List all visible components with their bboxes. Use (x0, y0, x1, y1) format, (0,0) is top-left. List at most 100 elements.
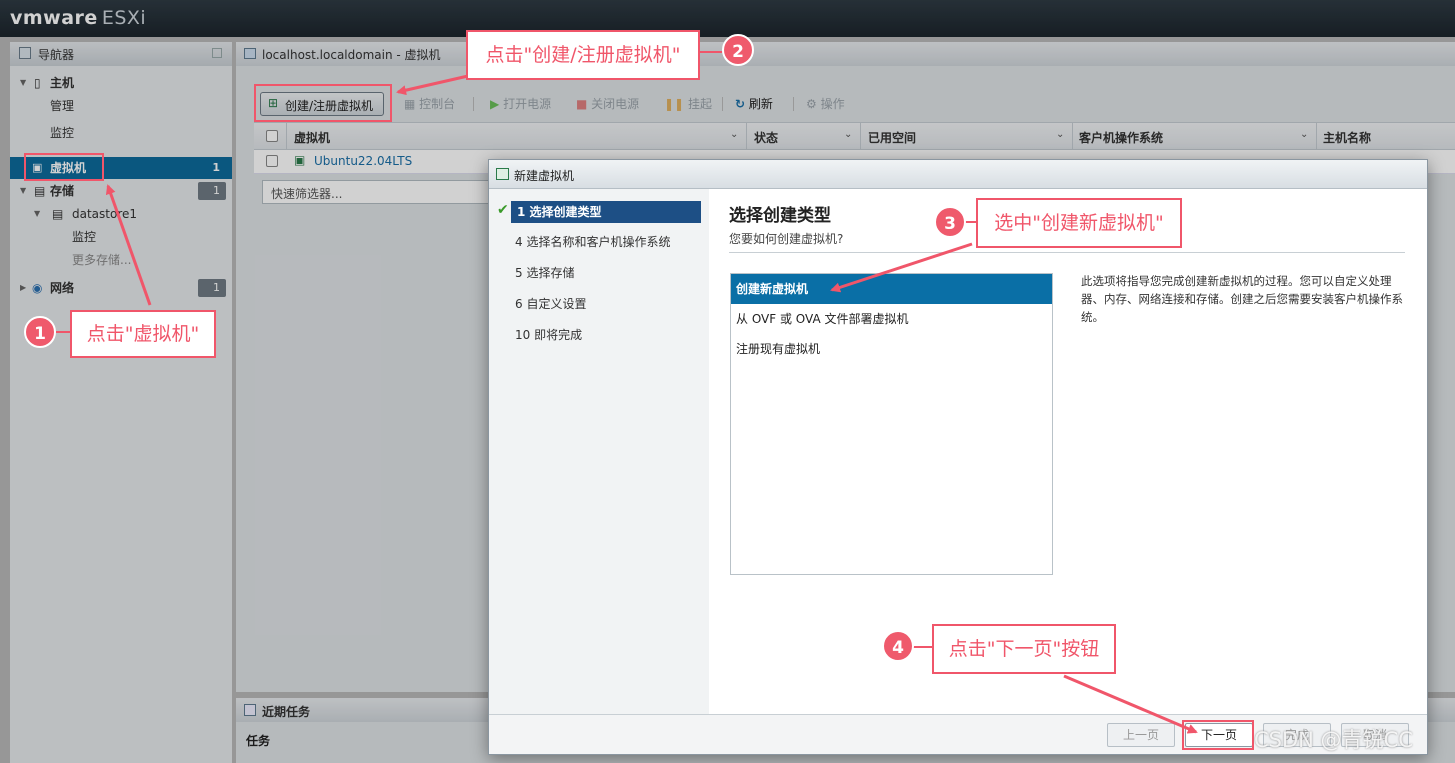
option-register-vm[interactable]: 注册现有虚拟机 (731, 334, 1052, 364)
button-label: 操作 (820, 97, 845, 111)
section-heading: 选择创建类型 (729, 206, 831, 226)
column-header[interactable]: 主机名称 (1323, 129, 1371, 146)
column-header[interactable]: 客户机操作系统 (1079, 129, 1163, 146)
highlight-vm-nav (24, 153, 104, 181)
nav-item-more-storage[interactable]: 更多存储... (10, 249, 232, 271)
nav-item-monitor[interactable]: 监控 (10, 122, 232, 144)
navigator-header: 导航器 (10, 42, 232, 66)
expand-icon[interactable]: ▼ (34, 203, 40, 225)
chevron-down-icon[interactable]: ⌄ (1300, 129, 1308, 140)
chevron-down-icon[interactable]: ⌄ (844, 129, 852, 140)
wizard-step[interactable]: 10 即将完成 (515, 324, 582, 346)
wizard-step[interactable]: 6 自定义设置 (515, 293, 586, 315)
nav-item-datastore[interactable]: ▼ ▤ datastore1 (10, 203, 232, 225)
pin-icon[interactable] (212, 48, 222, 58)
refresh-icon: ↻ (735, 97, 746, 111)
refresh-button[interactable]: ↻ 刷新 (735, 95, 773, 112)
count-badge: 1 (198, 182, 226, 200)
power-off-button[interactable]: ■ 关闭电源 (576, 95, 639, 112)
wizard-step[interactable]: 4 选择名称和客户机操作系统 (515, 231, 670, 253)
actions-button[interactable]: ⚙ 操作 (806, 95, 845, 112)
select-all-checkbox[interactable] (266, 130, 278, 142)
highlight-next-button (1182, 720, 1254, 750)
wizard-step[interactable]: 5 选择存储 (515, 262, 574, 284)
step-badge-1: 1 (24, 316, 56, 348)
datastore-icon: ▤ (52, 207, 64, 221)
nav-label: 监控 (72, 230, 97, 244)
option-description: 此选项将指导您完成创建新虚拟机的过程。您可以自定义处理器、内存、网络连接和存储。… (1081, 274, 1403, 324)
section-subheading: 您要如何创建虚拟机? (729, 232, 844, 246)
nav-label: datastore1 (72, 207, 138, 221)
chevron-down-icon[interactable]: ⌄ (730, 129, 738, 140)
nav-label: 网络 (50, 281, 75, 295)
creation-type-list: 创建新虚拟机 从 OVF 或 OVA 文件部署虚拟机 注册现有虚拟机 (730, 273, 1053, 575)
vm-icon: ▣ (294, 153, 306, 167)
row-checkbox[interactable] (266, 155, 278, 167)
nav-item-network[interactable]: ▶ ◉ 网络 1 (10, 277, 232, 299)
nav-item-manage[interactable]: 管理 (10, 95, 232, 117)
expand-icon[interactable]: ▼ (20, 72, 26, 94)
wizard-steps: ✔ 1 选择创建类型 4 选择名称和客户机操作系统 5 选择存储 6 自定义设置… (489, 189, 709, 714)
console-button[interactable]: ▦ 控制台 (404, 95, 455, 112)
vm-table-header: 虚拟机 ⌄ 状态 ⌄ 已用空间 ⌄ 客户机操作系统 ⌄ 主机名称 (254, 122, 1455, 151)
column-header[interactable]: 任务 (246, 732, 270, 749)
button-label: 打开电源 (503, 97, 552, 111)
step-badge-3: 3 (934, 206, 966, 238)
expand-icon[interactable]: ▶ (20, 277, 26, 299)
separator (473, 97, 474, 111)
option-deploy-ovf[interactable]: 从 OVF 或 OVA 文件部署虚拟机 (731, 304, 1052, 334)
console-icon: ▦ (404, 97, 416, 111)
dialog-title: 新建虚拟机 (514, 169, 575, 183)
option-create-new-vm[interactable]: 创建新虚拟机 (731, 274, 1052, 304)
nav-label: 监控 (50, 126, 75, 140)
vm-name-link[interactable]: Ubuntu22.04LTS (314, 154, 412, 168)
chevron-down-icon[interactable]: ⌄ (1056, 129, 1064, 140)
stop-icon: ■ (576, 97, 588, 111)
tasks-icon (244, 704, 256, 716)
button-label: 挂起 (687, 97, 712, 111)
host-icon: ▯ (34, 76, 41, 90)
nav-item-ds-monitor[interactable]: 监控 (10, 226, 232, 248)
nav-item-host[interactable]: ▼ ▯ 主机 (10, 72, 232, 94)
column-header[interactable]: 已用空间 (868, 129, 916, 146)
new-vm-icon (496, 168, 509, 180)
gear-icon: ⚙ (806, 97, 817, 111)
wizard-step-current[interactable]: 1 选择创建类型 (511, 201, 701, 223)
nav-label: 管理 (50, 99, 75, 113)
column-header[interactable]: 状态 (754, 129, 778, 146)
expand-icon[interactable]: ▼ (20, 180, 26, 202)
recent-tasks-title: 近期任务 (262, 705, 311, 719)
count-badge: 1 (198, 279, 226, 297)
annotation-callout-1: 点击"虚拟机" (70, 310, 216, 358)
button-label: 控制台 (419, 97, 456, 111)
button-label: 关闭电源 (591, 97, 640, 111)
column-divider (860, 123, 861, 151)
prev-button[interactable]: 上一页 (1107, 723, 1175, 747)
navigator-panel: 导航器 ▼ ▯ 主机 管理 监控 ▣ 虚拟机 1 ▼ ▤ 存储 1 ▼ ▤ da… (10, 42, 232, 763)
column-divider (746, 123, 747, 151)
power-on-button[interactable]: ▶ 打开电源 (490, 95, 551, 112)
column-divider (1072, 123, 1073, 151)
button-label: 刷新 (748, 97, 773, 111)
vmware-logo: vmware ESXi (10, 7, 147, 29)
column-divider (286, 123, 287, 151)
page-title: localhost.localdomain - 虚拟机 (262, 48, 441, 62)
annotation-callout-2: 点击"创建/注册虚拟机" (466, 30, 700, 80)
suspend-button[interactable]: ❚❚ 挂起 (664, 95, 712, 112)
nav-item-storage[interactable]: ▼ ▤ 存储 1 (10, 180, 232, 202)
divider (729, 252, 1405, 253)
annotation-callout-3: 选中"创建新虚拟机" (976, 198, 1182, 248)
navigator-icon (19, 47, 31, 59)
column-header[interactable]: 虚拟机 (294, 129, 330, 146)
globe-icon: ◉ (32, 281, 43, 295)
highlight-create-button (254, 84, 392, 122)
separator (793, 97, 794, 111)
play-icon: ▶ (490, 97, 500, 111)
annotation-callout-4: 点击"下一页"按钮 (932, 624, 1116, 674)
watermark: CSDN @青锐CC (1254, 728, 1413, 752)
vm-icon (244, 48, 256, 59)
step-badge-2: 2 (722, 34, 754, 66)
storage-icon: ▤ (34, 184, 46, 198)
quick-filter-input[interactable]: 快速筛选器... (262, 180, 492, 204)
separator (722, 97, 723, 111)
